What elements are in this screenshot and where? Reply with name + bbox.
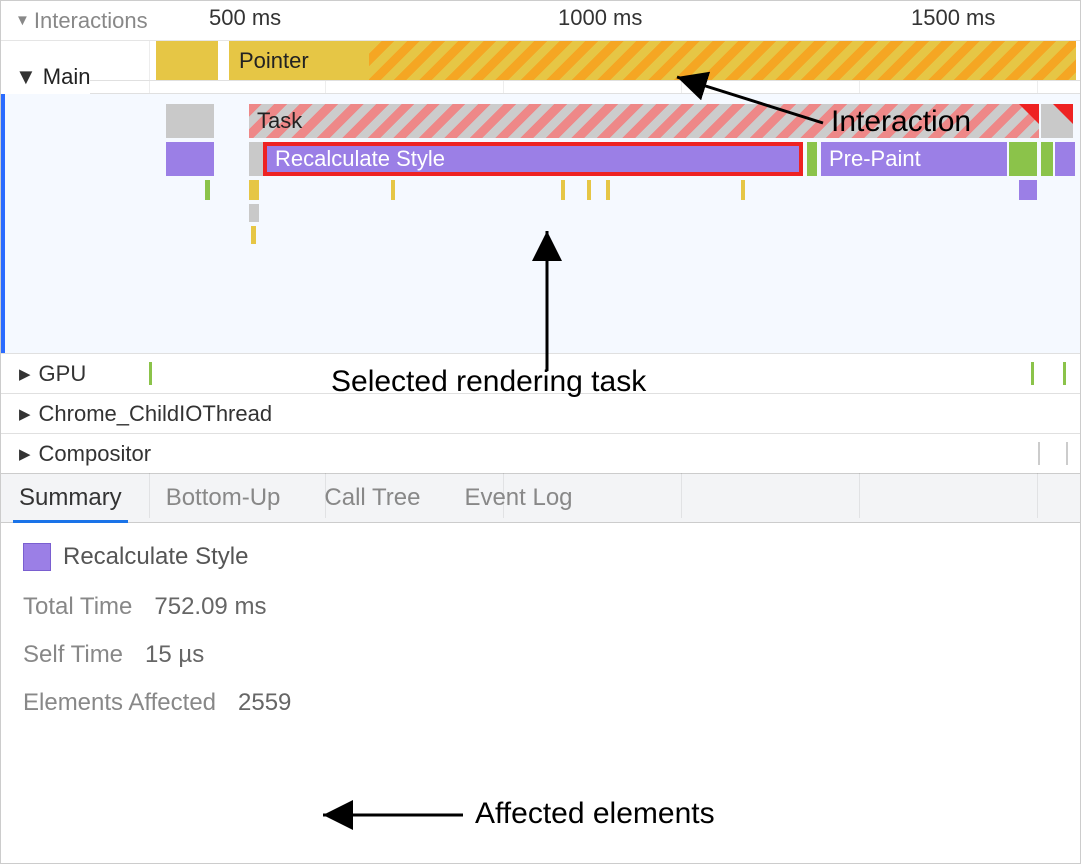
tick bbox=[251, 226, 256, 244]
time-tick: 1500 ms bbox=[911, 5, 995, 31]
tick bbox=[587, 180, 591, 200]
childio-label: Chrome_ChildIOThread bbox=[39, 401, 273, 427]
time-tick: 500 ms bbox=[209, 5, 281, 31]
tick bbox=[249, 204, 259, 222]
gpu-tick bbox=[149, 362, 152, 385]
tab-bottom-up[interactable]: Bottom-Up bbox=[166, 474, 281, 522]
total-time-value: 752.09 ms bbox=[154, 593, 266, 621]
total-time-label: Total Time bbox=[23, 593, 132, 621]
chevron-down-icon: ▼ bbox=[15, 64, 37, 90]
annotation-affected: Affected elements bbox=[475, 797, 715, 831]
tab-call-tree[interactable]: Call Tree bbox=[324, 474, 420, 522]
compositor-label: Compositor bbox=[39, 441, 151, 467]
tick bbox=[741, 180, 745, 200]
recalculate-style-block[interactable]: Recalculate Style bbox=[263, 142, 803, 176]
task-block[interactable] bbox=[166, 104, 214, 138]
long-task-flag-icon bbox=[1053, 104, 1073, 124]
main-track: ▼ Main Task Recalculate Style Pre-Paint bbox=[1, 93, 1080, 353]
color-swatch-icon bbox=[23, 543, 51, 571]
summary-event-name: Recalculate Style bbox=[63, 543, 248, 571]
time-tick: 1000 ms bbox=[558, 5, 642, 31]
interactions-label: ▼ Interactions bbox=[1, 8, 148, 34]
summary-row-self-time: Self Time 15 µs bbox=[23, 641, 1058, 669]
compositor-tick bbox=[1038, 442, 1040, 465]
recalculate-style-label: Recalculate Style bbox=[275, 146, 445, 172]
self-time-label: Self Time bbox=[23, 641, 123, 669]
block-tiny[interactable] bbox=[1055, 142, 1075, 176]
tick bbox=[561, 180, 565, 200]
block-tiny[interactable] bbox=[1041, 142, 1053, 176]
tick bbox=[391, 180, 395, 200]
task-block[interactable] bbox=[1041, 104, 1073, 138]
tick bbox=[249, 180, 259, 200]
chevron-right-icon: ▶ bbox=[19, 445, 31, 463]
summary-panel: Recalculate Style Total Time 752.09 ms S… bbox=[1, 523, 1080, 757]
childio-track-header[interactable]: ▶ Chrome_ChildIOThread bbox=[1, 393, 1080, 433]
chevron-right-icon: ▶ bbox=[19, 405, 31, 423]
block-tiny[interactable] bbox=[807, 142, 817, 176]
pointer-label-text: Pointer bbox=[239, 48, 309, 74]
block-tiny[interactable] bbox=[249, 142, 263, 176]
pre-paint-block[interactable]: Pre-Paint bbox=[821, 142, 1007, 176]
tick bbox=[1019, 180, 1037, 200]
details-tabs: Summary Bottom-Up Call Tree Event Log bbox=[1, 473, 1080, 523]
pre-paint-label: Pre-Paint bbox=[829, 146, 921, 172]
chevron-down-icon: ▼ bbox=[15, 13, 30, 28]
gpu-track-header[interactable]: ▶ GPU bbox=[1, 353, 1080, 393]
tab-event-log[interactable]: Event Log bbox=[464, 474, 572, 522]
task-block-long[interactable]: Task bbox=[249, 104, 1039, 138]
summary-row-total-time: Total Time 752.09 ms bbox=[23, 593, 1058, 621]
summary-title: Recalculate Style bbox=[23, 543, 1058, 571]
long-task-flag-icon bbox=[1019, 104, 1039, 124]
gpu-tick bbox=[1063, 362, 1066, 385]
chevron-right-icon: ▶ bbox=[19, 365, 31, 383]
tab-summary[interactable]: Summary bbox=[19, 474, 122, 522]
gpu-label: GPU bbox=[39, 361, 87, 387]
self-time-value: 15 µs bbox=[145, 641, 204, 669]
compositor-tick bbox=[1066, 442, 1068, 465]
block-tiny[interactable] bbox=[1009, 142, 1037, 176]
style-block[interactable] bbox=[166, 142, 214, 176]
elements-affected-label: Elements Affected bbox=[23, 689, 216, 717]
elements-affected-value: 2559 bbox=[238, 689, 291, 717]
gpu-tick bbox=[1031, 362, 1034, 385]
pointer-track: Pointer bbox=[1, 41, 1080, 81]
interactions-label-text: Interactions bbox=[34, 8, 148, 34]
summary-row-elements: Elements Affected 2559 bbox=[23, 689, 1058, 717]
interactions-track-header[interactable]: ▼ Interactions 500 ms 1000 ms 1500 ms bbox=[1, 1, 1080, 41]
main-label-text: Main bbox=[43, 64, 91, 90]
pointer-label: Pointer bbox=[229, 41, 369, 80]
main-track-header[interactable]: ▼ Main bbox=[1, 60, 90, 94]
tick bbox=[606, 180, 610, 200]
tick bbox=[205, 180, 210, 200]
selection-bracket-icon bbox=[1, 60, 9, 360]
task-label: Task bbox=[257, 108, 302, 134]
compositor-track-header[interactable]: ▶ Compositor bbox=[1, 433, 1080, 473]
interaction-block[interactable] bbox=[156, 41, 218, 80]
